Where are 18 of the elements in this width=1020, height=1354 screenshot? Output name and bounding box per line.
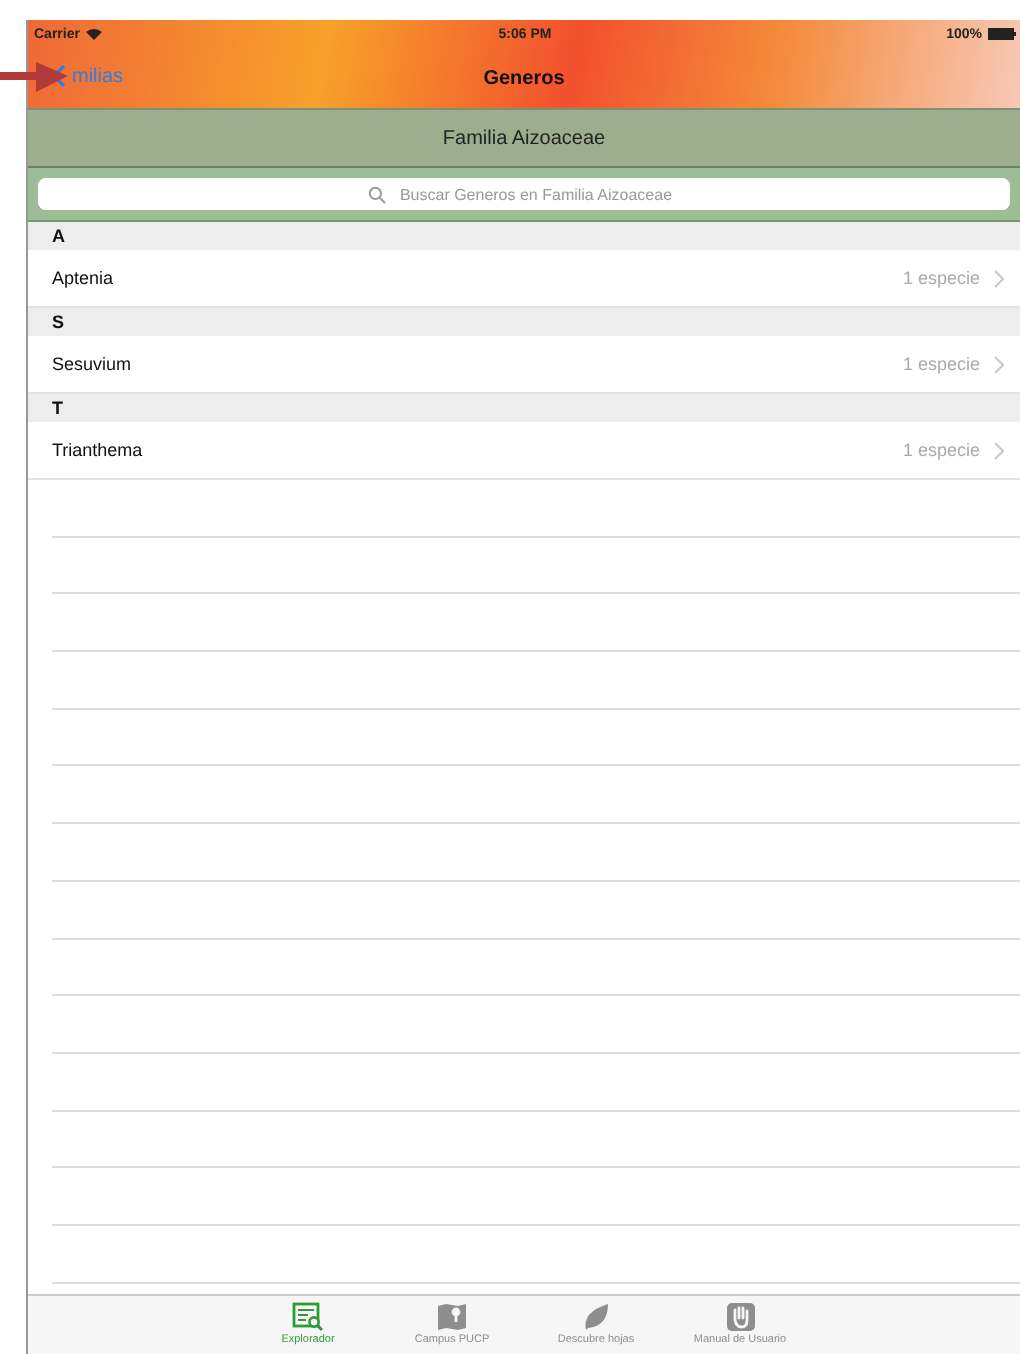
chevron-right-icon [994,441,1004,459]
family-header: Familia Aizoaceae [28,108,1020,168]
section-letter: A [52,226,65,246]
wifi-icon [85,28,102,40]
map-pin-icon [436,1302,468,1332]
chevron-right-icon [994,269,1004,287]
search-icon [368,186,386,204]
screen-title: Generos [483,67,565,89]
section-letter: S [52,312,65,332]
hand-icon [725,1302,755,1332]
battery-icon [988,28,1016,40]
search-field[interactable]: Buscar Generos en Familia Aizoaceae [38,178,1010,210]
chevron-right-icon [994,355,1004,373]
list-magnifier-icon [292,1302,324,1332]
section-letter: T [52,398,63,418]
genus-row[interactable]: Trianthema 1 especie [28,422,1020,480]
chevron-left-icon [52,64,66,88]
leaf-icon [582,1302,610,1332]
